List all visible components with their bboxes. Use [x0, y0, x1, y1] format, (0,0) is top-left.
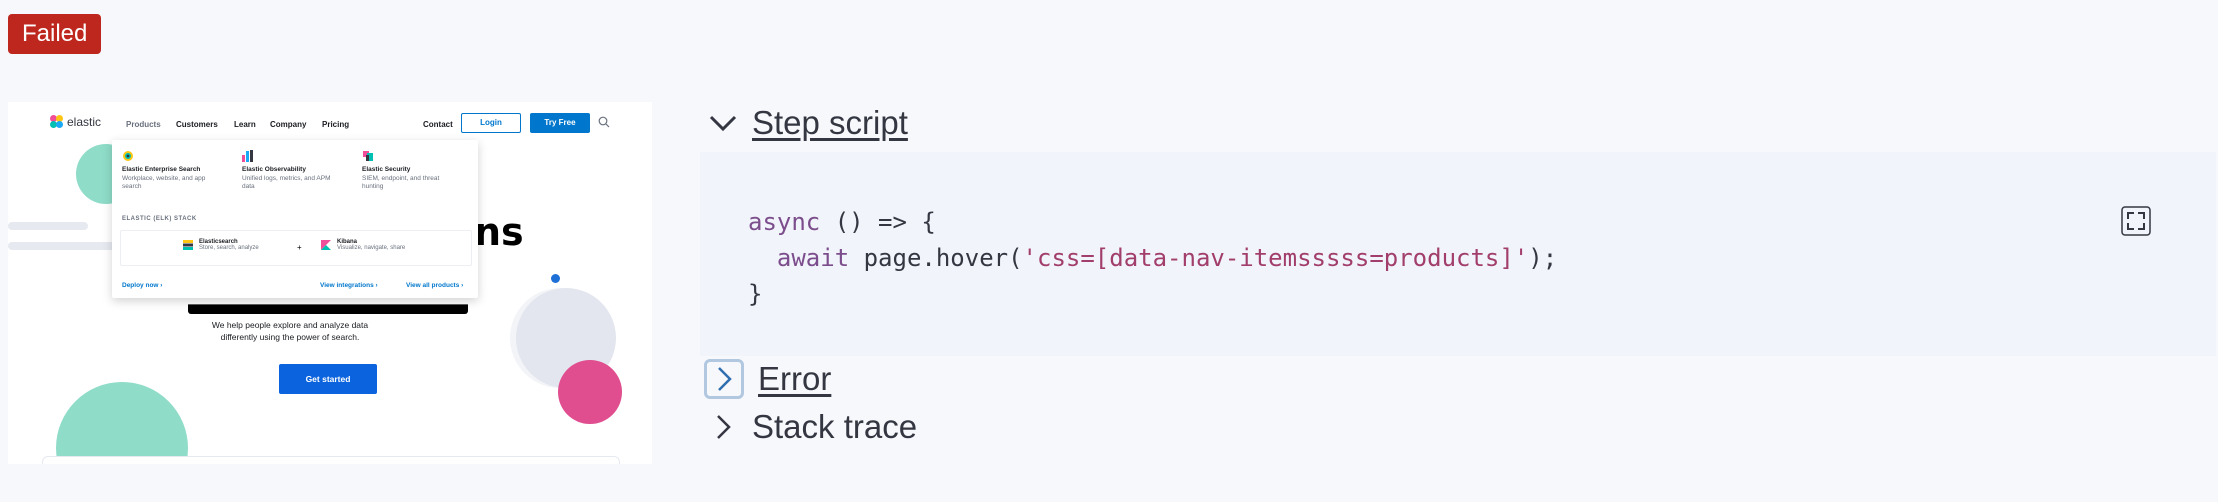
product-name: Elastic Security	[362, 166, 411, 173]
hero-text: We help people explore and analyze data …	[211, 320, 369, 342]
hero-circle-pink	[558, 360, 622, 424]
hero-circle-teal-bottom	[56, 382, 188, 464]
stack-trace-header[interactable]: Stack trace	[708, 408, 917, 446]
hero-bar	[8, 242, 118, 250]
product-desc: SIEM, endpoint, and threat hunting	[362, 175, 440, 190]
kibana-icon	[321, 240, 331, 250]
step-screenshot[interactable]: ns We help people explore and analyze da…	[8, 102, 652, 464]
error-header[interactable]: Error	[704, 359, 831, 399]
nav-customers[interactable]: Customers	[176, 120, 218, 129]
plus-sign: +	[297, 243, 302, 252]
login-button[interactable]: Login	[461, 113, 521, 133]
elastic-logo[interactable]: elastic	[50, 115, 101, 129]
security-icon	[362, 150, 374, 162]
nav-products[interactable]: Products	[126, 120, 161, 129]
fullscreen-icon[interactable]	[2121, 206, 2151, 236]
nav-learn[interactable]: Learn	[234, 120, 256, 129]
code-text: );	[1528, 244, 1558, 272]
code-string: 'css=[data-nav-itemsssss=products]'	[1022, 244, 1529, 272]
product-security[interactable]: Elastic Security SIEM, endpoint, and thr…	[362, 150, 462, 191]
nav-contact[interactable]: Contact	[423, 120, 453, 129]
observability-icon	[242, 150, 254, 162]
stack-item-desc: Store, search, analyze	[199, 245, 259, 251]
code-text: }	[748, 280, 763, 308]
hero-title-hidden-line	[188, 304, 468, 314]
product-name: Elastic Enterprise Search	[122, 166, 201, 173]
elk-stack-box: Elasticsearch Store, search, analyze + K…	[120, 230, 472, 266]
view-integrations-link[interactable]: View integrations ›	[320, 282, 378, 289]
step-script-title[interactable]: Step script	[752, 104, 908, 142]
hero-title-fragment: ns	[474, 210, 524, 254]
product-observability[interactable]: Elastic Observability Unified logs, metr…	[242, 150, 342, 191]
stack-item-kibana[interactable]: Kibana Visualize, navigate, share	[321, 239, 405, 251]
site-nav: elastic Products Customers Learn Company…	[8, 102, 652, 140]
elastic-logo-icon	[50, 115, 64, 129]
nav-pricing[interactable]: Pricing	[322, 120, 349, 129]
chevron-right-icon[interactable]	[708, 412, 738, 442]
hero-dot-blue	[551, 274, 560, 283]
code-keyword: async	[748, 208, 821, 236]
stack-trace-title[interactable]: Stack trace	[752, 408, 917, 446]
code-text: page.hover(	[849, 244, 1023, 272]
step-script-header[interactable]: Step script	[708, 104, 908, 142]
products-dropdown: Elastic Enterprise Search Workplace, web…	[112, 140, 478, 298]
stack-label: ELASTIC (ELK) STACK	[122, 216, 197, 222]
product-name: Elastic Observability	[242, 166, 306, 173]
nav-company[interactable]: Company	[270, 120, 306, 129]
status-badge: Failed	[8, 14, 102, 54]
elasticsearch-icon	[183, 240, 193, 250]
enterprise-search-icon	[122, 150, 134, 162]
product-desc: Workplace, website, and app search	[122, 175, 206, 190]
error-title[interactable]: Error	[758, 360, 831, 398]
code-block: async () => { await page.hover('css=[dat…	[700, 152, 2216, 356]
logo-text: elastic	[67, 115, 102, 129]
search-icon[interactable]	[598, 116, 610, 128]
stack-item-desc: Visualize, navigate, share	[337, 245, 406, 251]
code-keyword: await	[776, 244, 850, 272]
product-desc: Unified logs, metrics, and APM data	[242, 175, 331, 190]
stack-item-elasticsearch[interactable]: Elasticsearch Store, search, analyze	[183, 239, 259, 251]
chevron-right-icon[interactable]	[704, 359, 744, 399]
get-started-button[interactable]: Get started	[279, 364, 377, 394]
hero-bar	[8, 222, 88, 230]
chevron-down-icon[interactable]	[708, 108, 738, 138]
card-edge	[42, 456, 620, 464]
view-all-products-link[interactable]: View all products ›	[406, 282, 463, 289]
step-script-code: async () => { await page.hover('css=[dat…	[748, 204, 1557, 312]
try-free-button[interactable]: Try Free	[530, 113, 590, 133]
code-text: () => {	[820, 208, 936, 236]
product-enterprise-search[interactable]: Elastic Enterprise Search Workplace, web…	[122, 150, 222, 191]
deploy-now-link[interactable]: Deploy now ›	[122, 282, 162, 289]
